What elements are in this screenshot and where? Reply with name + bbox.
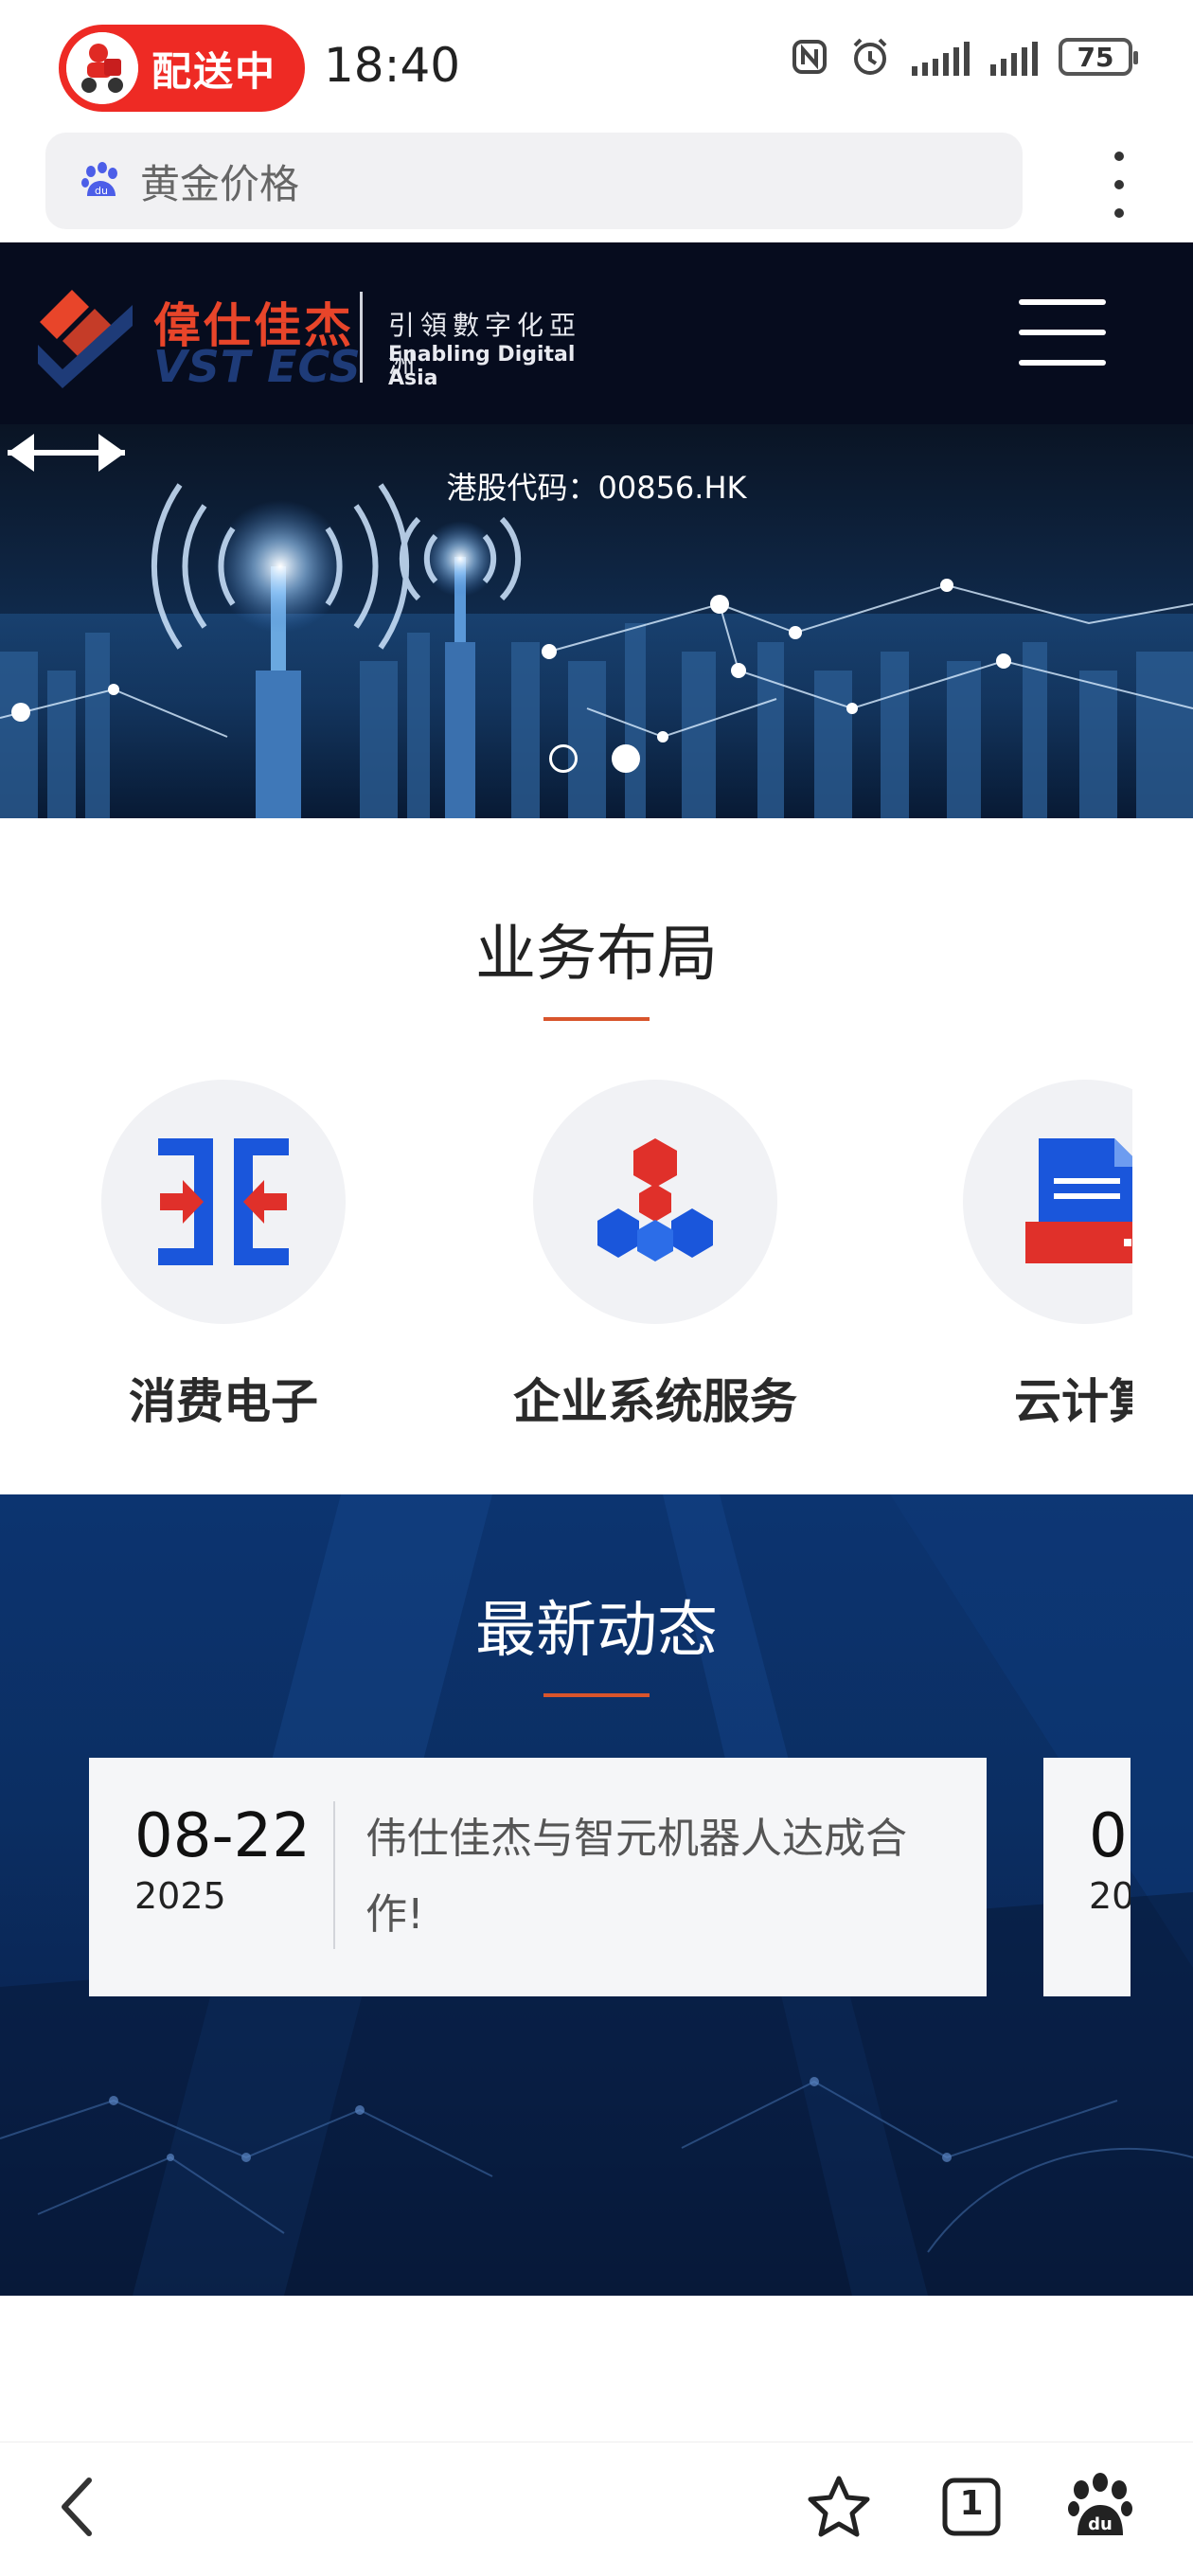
signal-icon bbox=[990, 38, 1038, 76]
hamburger-menu-icon[interactable] bbox=[1019, 299, 1106, 366]
consumer-electronics-icon bbox=[158, 1138, 289, 1265]
business-item-enterprise-systems[interactable]: 企业系统服务 bbox=[485, 1080, 826, 1429]
business-item-label: 消费电子 bbox=[129, 1374, 318, 1429]
carousel-clip-mask bbox=[1132, 818, 1193, 1494]
favorite-star-icon[interactable] bbox=[803, 2471, 875, 2543]
icon-circle bbox=[533, 1080, 777, 1324]
svg-text:du: du bbox=[95, 185, 108, 197]
hero-banner: 港股代码：00856.HK bbox=[0, 424, 1193, 818]
signal-icon bbox=[912, 38, 970, 76]
search-query: 黄金价格 bbox=[140, 160, 300, 207]
tabs-icon[interactable]: 1 bbox=[935, 2471, 1007, 2543]
business-title: 业务布局 bbox=[475, 920, 718, 990]
carousel-dot[interactable] bbox=[549, 744, 578, 773]
icon-circle bbox=[101, 1080, 346, 1324]
stock-code: 港股代码：00856.HK bbox=[446, 470, 747, 506]
site-header: 偉仕佳杰 VST ECS 引領數字化亞洲 Enabling Digital As… bbox=[0, 242, 1193, 424]
news-date: 08-22 bbox=[134, 1801, 311, 1871]
vstecs-logo-icon bbox=[38, 290, 133, 388]
more-vertical-icon[interactable] bbox=[1110, 152, 1129, 218]
system-icons: 75 bbox=[791, 36, 1138, 78]
delivery-rider-icon bbox=[66, 32, 138, 104]
baidu-paw-icon: du bbox=[80, 160, 121, 202]
title-underline bbox=[543, 1017, 650, 1021]
battery-indicator: 75 bbox=[1059, 38, 1138, 76]
tab-count: 1 bbox=[959, 2484, 984, 2523]
delivery-status-pill[interactable]: 配送中 bbox=[59, 25, 305, 112]
baidu-home-icon[interactable]: du bbox=[1064, 2471, 1136, 2543]
news-section: 最新动态 08-22 2025 伟仕佳杰与智元机器人达成合作! 08 20 bbox=[0, 1494, 1193, 2296]
news-year: 20 bbox=[1089, 1875, 1131, 1917]
brand-name-en: VST ECS bbox=[153, 341, 362, 392]
business-section: 业务布局 消费电子 企业系统服务 云计算 bbox=[0, 818, 1193, 1494]
carousel-dots bbox=[549, 744, 640, 773]
news-divider bbox=[333, 1801, 335, 1949]
browser-bottom-nav: 1 du bbox=[0, 2442, 1193, 2576]
carousel-dot-active[interactable] bbox=[612, 744, 640, 773]
news-headline: 伟仕佳杰与智元机器人达成合作! bbox=[365, 1815, 907, 1939]
enterprise-systems-icon bbox=[597, 1138, 713, 1261]
search-input[interactable]: du 黄金价格 bbox=[45, 133, 1023, 229]
news-title: 最新动态 bbox=[475, 1596, 718, 1666]
tagline-en: Enabling Digital Asia bbox=[388, 343, 576, 390]
delivery-label: 配送中 bbox=[151, 47, 277, 95]
alarm-icon bbox=[853, 38, 887, 75]
status-bar: 配送中 18:40 75 bbox=[0, 0, 1193, 133]
news-card[interactable]: 08-22 2025 伟仕佳杰与智元机器人达成合作! bbox=[89, 1758, 987, 1996]
business-item-consumer-electronics[interactable]: 消费电子 bbox=[53, 1080, 394, 1429]
back-icon[interactable] bbox=[44, 2471, 116, 2543]
clock: 18:40 bbox=[324, 38, 461, 93]
business-item-label: 企业系统服务 bbox=[513, 1374, 797, 1429]
site-logo[interactable]: 偉仕佳杰 VST ECS 引領數字化亞洲 Enabling Digital As… bbox=[34, 284, 602, 392]
logo-divider bbox=[360, 292, 363, 383]
title-underline bbox=[543, 1693, 650, 1697]
news-year: 2025 bbox=[134, 1875, 226, 1917]
news-date: 08 bbox=[1089, 1801, 1131, 1871]
arrow-right-icon[interactable] bbox=[0, 424, 133, 481]
nfc-icon bbox=[792, 40, 827, 74]
svg-text:du: du bbox=[1088, 2514, 1113, 2534]
news-card[interactable]: 08 20 bbox=[1043, 1758, 1131, 1996]
